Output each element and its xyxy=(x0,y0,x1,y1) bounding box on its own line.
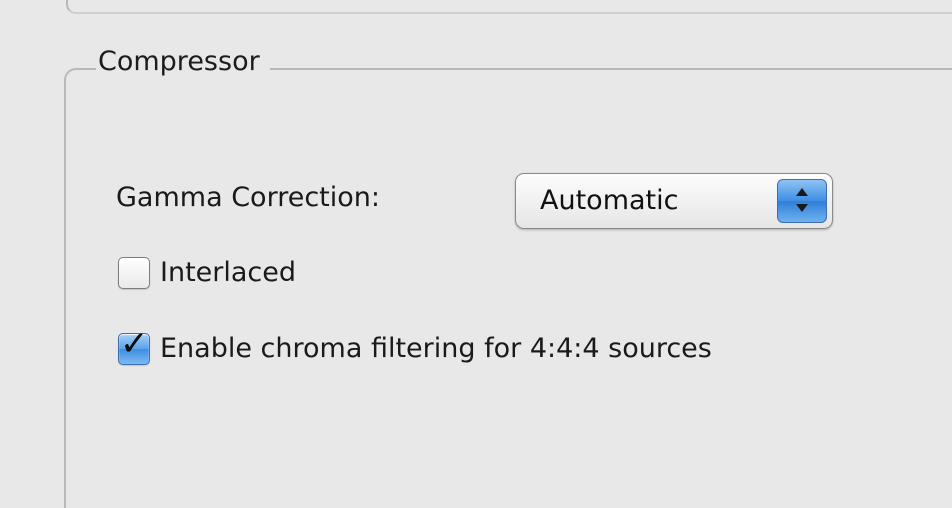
up-down-arrows-icon xyxy=(777,179,827,223)
chroma-filtering-label: Enable chroma filtering for 4:4:4 source… xyxy=(160,333,712,364)
checkmark-icon: ✓ xyxy=(120,324,149,364)
chroma-filtering-option[interactable]: ✓ Enable chroma filtering for 4:4:4 sour… xyxy=(118,325,712,367)
gamma-correction-popup[interactable]: Automatic xyxy=(515,173,833,229)
group-title: Compressor xyxy=(96,44,270,80)
gamma-correction-label: Gamma Correction: xyxy=(116,182,380,213)
previous-panel-edge xyxy=(66,0,952,14)
arrow-down-icon xyxy=(796,204,808,212)
arrow-up-icon xyxy=(796,188,808,196)
interlaced-label: Interlaced xyxy=(160,257,297,288)
gamma-correction-value: Automatic xyxy=(540,185,679,216)
chroma-filtering-checkbox[interactable]: ✓ xyxy=(118,325,150,365)
interlaced-option[interactable]: Interlaced xyxy=(118,255,296,291)
interlaced-checkbox[interactable] xyxy=(118,257,150,289)
